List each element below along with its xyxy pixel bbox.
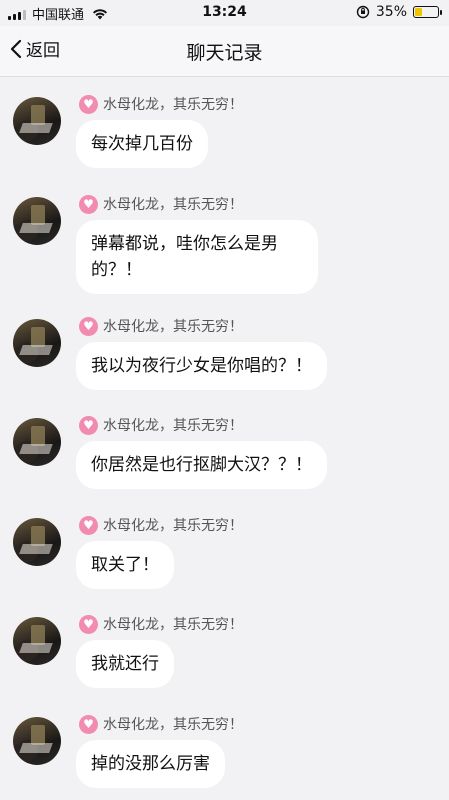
battery-icon bbox=[413, 6, 442, 18]
nav-bar: 返回 聊天记录 bbox=[0, 26, 449, 77]
battery-level bbox=[415, 8, 422, 16]
avatar[interactable] bbox=[13, 319, 61, 367]
message-bubble[interactable]: 每次掉几百份 bbox=[76, 120, 208, 168]
sender-line: ♥ 水母化龙，其乐无穷！ bbox=[79, 194, 243, 214]
sender-name: 水母化龙，其乐无穷！ bbox=[103, 717, 243, 733]
avatar[interactable] bbox=[13, 717, 61, 765]
message-bubble[interactable]: 我就还行 bbox=[76, 640, 174, 688]
avatar[interactable] bbox=[13, 418, 61, 466]
sender-name: 水母化龙，其乐无穷！ bbox=[103, 319, 243, 335]
heart-icon: ♥ bbox=[79, 94, 98, 114]
orientation-lock-icon bbox=[356, 5, 370, 19]
avatar[interactable] bbox=[13, 197, 61, 245]
heart-icon: ♥ bbox=[79, 316, 98, 336]
sender-line: ♥ 水母化龙，其乐无穷！ bbox=[79, 614, 243, 634]
status-bar: 中国联通 13:24 35% bbox=[0, 0, 449, 26]
message-bubble[interactable]: 掉的没那么厉害 bbox=[76, 740, 225, 788]
message-bubble[interactable]: 取关了！ bbox=[76, 541, 174, 589]
sender-line: ♥ 水母化龙，其乐无穷！ bbox=[79, 714, 243, 734]
heart-icon: ♥ bbox=[79, 415, 98, 435]
sender-line: ♥ 水母化龙，其乐无穷！ bbox=[79, 415, 243, 435]
avatar[interactable] bbox=[13, 617, 61, 665]
message-bubble[interactable]: 我以为夜行少女是你唱的？！ bbox=[76, 342, 327, 390]
avatar[interactable] bbox=[13, 97, 61, 145]
sender-line: ♥ 水母化龙，其乐无穷！ bbox=[79, 316, 243, 336]
sender-line: ♥ 水母化龙，其乐无穷！ bbox=[79, 94, 243, 114]
sender-name: 水母化龙，其乐无穷！ bbox=[103, 418, 243, 434]
sender-name: 水母化龙，其乐无穷！ bbox=[103, 97, 243, 113]
avatar[interactable] bbox=[13, 518, 61, 566]
sender-name: 水母化龙，其乐无穷！ bbox=[103, 197, 243, 213]
battery-percent: 35% bbox=[375, 4, 407, 20]
sender-name: 水母化龙，其乐无穷！ bbox=[103, 518, 243, 534]
message-bubble[interactable]: 弹幕都说，哇你怎么是男的？！ bbox=[76, 220, 318, 294]
heart-icon: ♥ bbox=[79, 614, 98, 634]
heart-icon: ♥ bbox=[79, 194, 98, 214]
heart-icon: ♥ bbox=[79, 714, 98, 734]
message-bubble[interactable]: 你居然是也行抠脚大汉？？！ bbox=[76, 441, 327, 489]
sender-name: 水母化龙，其乐无穷！ bbox=[103, 617, 243, 633]
sender-line: ♥ 水母化龙，其乐无穷！ bbox=[79, 515, 243, 535]
status-right: 35% bbox=[356, 4, 442, 20]
page-title: 聊天记录 bbox=[186, 42, 263, 64]
heart-icon: ♥ bbox=[79, 515, 98, 535]
